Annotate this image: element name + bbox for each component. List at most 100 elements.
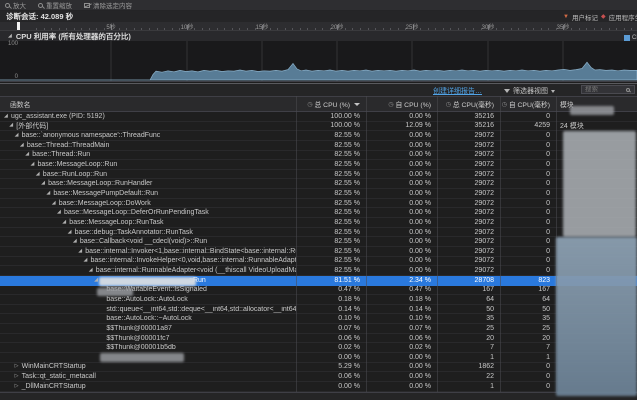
function-name: base::MessageLoop::RunHandler [48, 180, 152, 187]
total-cpu-pct-cell: 0.00 % [296, 383, 366, 390]
expanded-expander-icon[interactable]: ◢ [46, 189, 53, 198]
self-cpu-ms-cell: 0 [500, 238, 556, 245]
function-name-cell: $$Thunk@00001b5db [0, 344, 296, 351]
self-cpu-ms-cell: 0 [500, 383, 556, 390]
table-row[interactable]: ◢base::MessageLoop::RunHandler82.55 %0.0… [0, 179, 637, 189]
self-cpu-pct-cell: 0.00 % [366, 190, 437, 197]
toolbar-item-zoom-reset[interactable]: 重置缩放 [38, 0, 72, 10]
collapse-expander-icon[interactable]: ▷ [15, 372, 22, 381]
search-icon [626, 88, 630, 92]
column-header-metric-3[interactable]: ◷总 CPU(毫秒) [437, 99, 500, 109]
column-header-name[interactable]: 函数名 [0, 99, 296, 109]
table-toolbar: 创建详细报告… 筛选器视图 [0, 84, 637, 96]
collapse-expander-icon[interactable]: ▷ [15, 382, 22, 391]
table-row[interactable]: ◢base::internal::RunnableAdapter<void (_… [0, 266, 637, 276]
expanded-expander-icon[interactable]: ◢ [89, 266, 96, 275]
self-cpu-pct-cell: 0.00 % [366, 229, 437, 236]
timeline-start-caret[interactable] [17, 22, 20, 30]
create-detailed-report-link[interactable]: 创建详细报告… [433, 86, 482, 96]
cpu-legend-label: CPU [632, 35, 637, 41]
expanded-expander-icon[interactable]: ◢ [52, 199, 59, 208]
table-row[interactable]: 0.00 %0.00 %11 [0, 353, 637, 363]
self-cpu-pct-cell: 12.09 % [366, 122, 437, 129]
expanded-expander-icon[interactable]: ◢ [68, 228, 75, 237]
self-cpu-ms-cell: 0 [500, 113, 556, 120]
expanded-expander-icon[interactable]: ◢ [15, 131, 22, 140]
column-header-metric-1[interactable]: ◷总 CPU (%) [296, 99, 366, 109]
table-row[interactable]: base::AutoLock::~AutoLock0.10 %0.10 %353… [0, 314, 637, 324]
timeline-ruler[interactable]: 5秒10秒15秒20秒25秒30秒35秒 [0, 22, 637, 30]
function-name: base::MessageLoop::DeferOrRunPendingTask [64, 209, 209, 216]
self-cpu-pct-cell: 0.07 % [366, 325, 437, 332]
lifecycle-event-icon: ◆ [601, 13, 606, 20]
filter-icon [504, 89, 510, 93]
cpu-utilization-graph[interactable]: 100 0 [0, 41, 637, 82]
table-row[interactable]: std::queue<__int64,std::deque<__int64,st… [0, 305, 637, 315]
filter-view-dropdown[interactable]: 筛选器视图 [504, 86, 555, 96]
table-row[interactable]: $$Thunk@00001a870.07 %0.07 %2525 [0, 324, 637, 334]
expanded-expander-icon[interactable]: ◢ [62, 218, 69, 227]
toolbar-item-zoom-in[interactable]: 放大 [5, 0, 26, 10]
table-row[interactable]: ◢base::internal::Invoker<1,base::interna… [0, 247, 637, 257]
total-cpu-pct-cell: 82.55 % [296, 219, 366, 226]
expanded-expander-icon[interactable]: ◢ [4, 112, 11, 121]
expanded-expander-icon[interactable]: ◢ [9, 121, 16, 130]
total-cpu-ms-cell: 29072 [437, 238, 500, 245]
table-row[interactable]: ◢[外部代码]100.00 %12.09 %35216425924 模块 [0, 122, 637, 132]
table-row[interactable]: base::WaitableEvent::IsSignaled0.47 %0.4… [0, 286, 637, 296]
expanded-expander-icon[interactable]: ◢ [78, 247, 85, 256]
function-name-cell: $$Thunk@00001fc7 [0, 335, 296, 342]
column-header-metric-2[interactable]: ◷自 CPU (%) [366, 99, 437, 109]
self-cpu-ms-cell: 0 [500, 267, 556, 274]
table-row[interactable]: $$Thunk@00001fc70.06 %0.06 %2020 [0, 334, 637, 344]
expanded-expander-icon[interactable]: ◢ [73, 237, 80, 246]
self-cpu-ms-cell: 64 [500, 296, 556, 303]
expanded-expander-icon[interactable]: ◢ [57, 208, 64, 217]
expanded-expander-icon[interactable]: ◢ [41, 179, 48, 188]
search-input[interactable] [582, 86, 626, 93]
table-row[interactable]: ◢base::MessageLoop::Run82.55 %0.00 %2907… [0, 160, 637, 170]
table-row[interactable]: ◢base::internal::InvokeHelper<0,void,bas… [0, 257, 637, 267]
table-row[interactable]: ◢base::MessageLoop::DeferOrRunPendingTas… [0, 208, 637, 218]
function-name-cell: ◢base::Callback<void __cdecl(void)>::Run [0, 237, 296, 246]
total-cpu-ms-cell: 29072 [437, 267, 500, 274]
expanded-expander-icon[interactable]: ◢ [31, 160, 38, 169]
function-name: base::internal::Invoker<1,base::internal… [85, 248, 296, 255]
table-row[interactable]: ◢::Run81.51 %2.34 %28708823 [0, 276, 637, 286]
self-cpu-pct-cell: 0.00 % [366, 151, 437, 158]
table-row[interactable]: ◢base::debug::TaskAnnotator::RunTask82.5… [0, 228, 637, 238]
table-row[interactable]: base::AutoLock::AutoLock0.18 %0.18 %6464 [0, 295, 637, 305]
self-cpu-ms-cell: 0 [500, 132, 556, 139]
sort-descending-icon [354, 103, 360, 106]
table-row[interactable]: ◢base::Callback<void __cdecl(void)>::Run… [0, 237, 637, 247]
cpu-profiler-window: 放大重置缩放清除选定内容 诊断会话: 42.089 秒 ▼ 用户标记 ◆ 应用程… [0, 0, 637, 400]
table-row[interactable]: ◢base::`anonymous namespace'::ThreadFunc… [0, 131, 637, 141]
table-row[interactable]: ▷Task::qt_static_metacall0.06 %0.00 %220 [0, 372, 637, 382]
expanded-expander-icon[interactable]: ◢ [25, 150, 32, 159]
section-expander-icon[interactable]: ◢ [0, 33, 16, 39]
search-box[interactable] [581, 85, 635, 94]
expanded-expander-icon[interactable]: ◢ [36, 170, 43, 179]
function-name: base::Callback<void __cdecl(void)>::Run [80, 238, 207, 245]
toolbar-item-clear-selection[interactable]: 清除选定内容 [84, 0, 132, 10]
self-cpu-ms-cell: 7 [500, 344, 556, 351]
table-row[interactable]: ◢base::Thread::ThreadMain82.55 %0.00 %29… [0, 141, 637, 151]
expanded-expander-icon[interactable]: ◢ [20, 141, 27, 150]
table-row[interactable]: $$Thunk@00001b5db0.02 %0.02 %77 [0, 343, 637, 353]
function-name: base::AutoLock::~AutoLock [106, 315, 191, 322]
table-row[interactable]: ◢base::MessageLoop::DoWork82.55 %0.00 %2… [0, 199, 637, 209]
collapse-expander-icon[interactable]: ▷ [15, 362, 22, 371]
column-header-metric-4[interactable]: ◷自 CPU(毫秒) [500, 99, 556, 109]
expanded-expander-icon[interactable]: ◢ [84, 256, 91, 265]
table-row[interactable]: ◢base::Thread::Run82.55 %0.00 %290720 [0, 151, 637, 161]
total-cpu-pct-cell: 81.51 % [296, 277, 366, 284]
table-row[interactable]: ◢base::RunLoop::Run82.55 %0.00 %290720 [0, 170, 637, 180]
clock-icon: ◷ [388, 101, 393, 108]
function-name-cell: ◢base::internal::RunnableAdapter<void (_… [0, 266, 296, 275]
cpu-section-header[interactable]: ◢ CPU 利用率 (所有处理器的百分比) CPU [0, 30, 637, 41]
table-row[interactable]: ▷_DllMainCRTStartup0.00 %0.00 %10 [0, 382, 637, 392]
table-row[interactable]: ◢base::MessagePumpDefault::Run82.55 %0.0… [0, 189, 637, 199]
table-row[interactable]: ◢base::MessageLoop::RunTask82.55 %0.00 %… [0, 218, 637, 228]
self-cpu-pct-cell: 0.00 % [366, 383, 437, 390]
table-row[interactable]: ▷WinMainCRTStartup5.29 %0.00 %18620 [0, 363, 637, 373]
